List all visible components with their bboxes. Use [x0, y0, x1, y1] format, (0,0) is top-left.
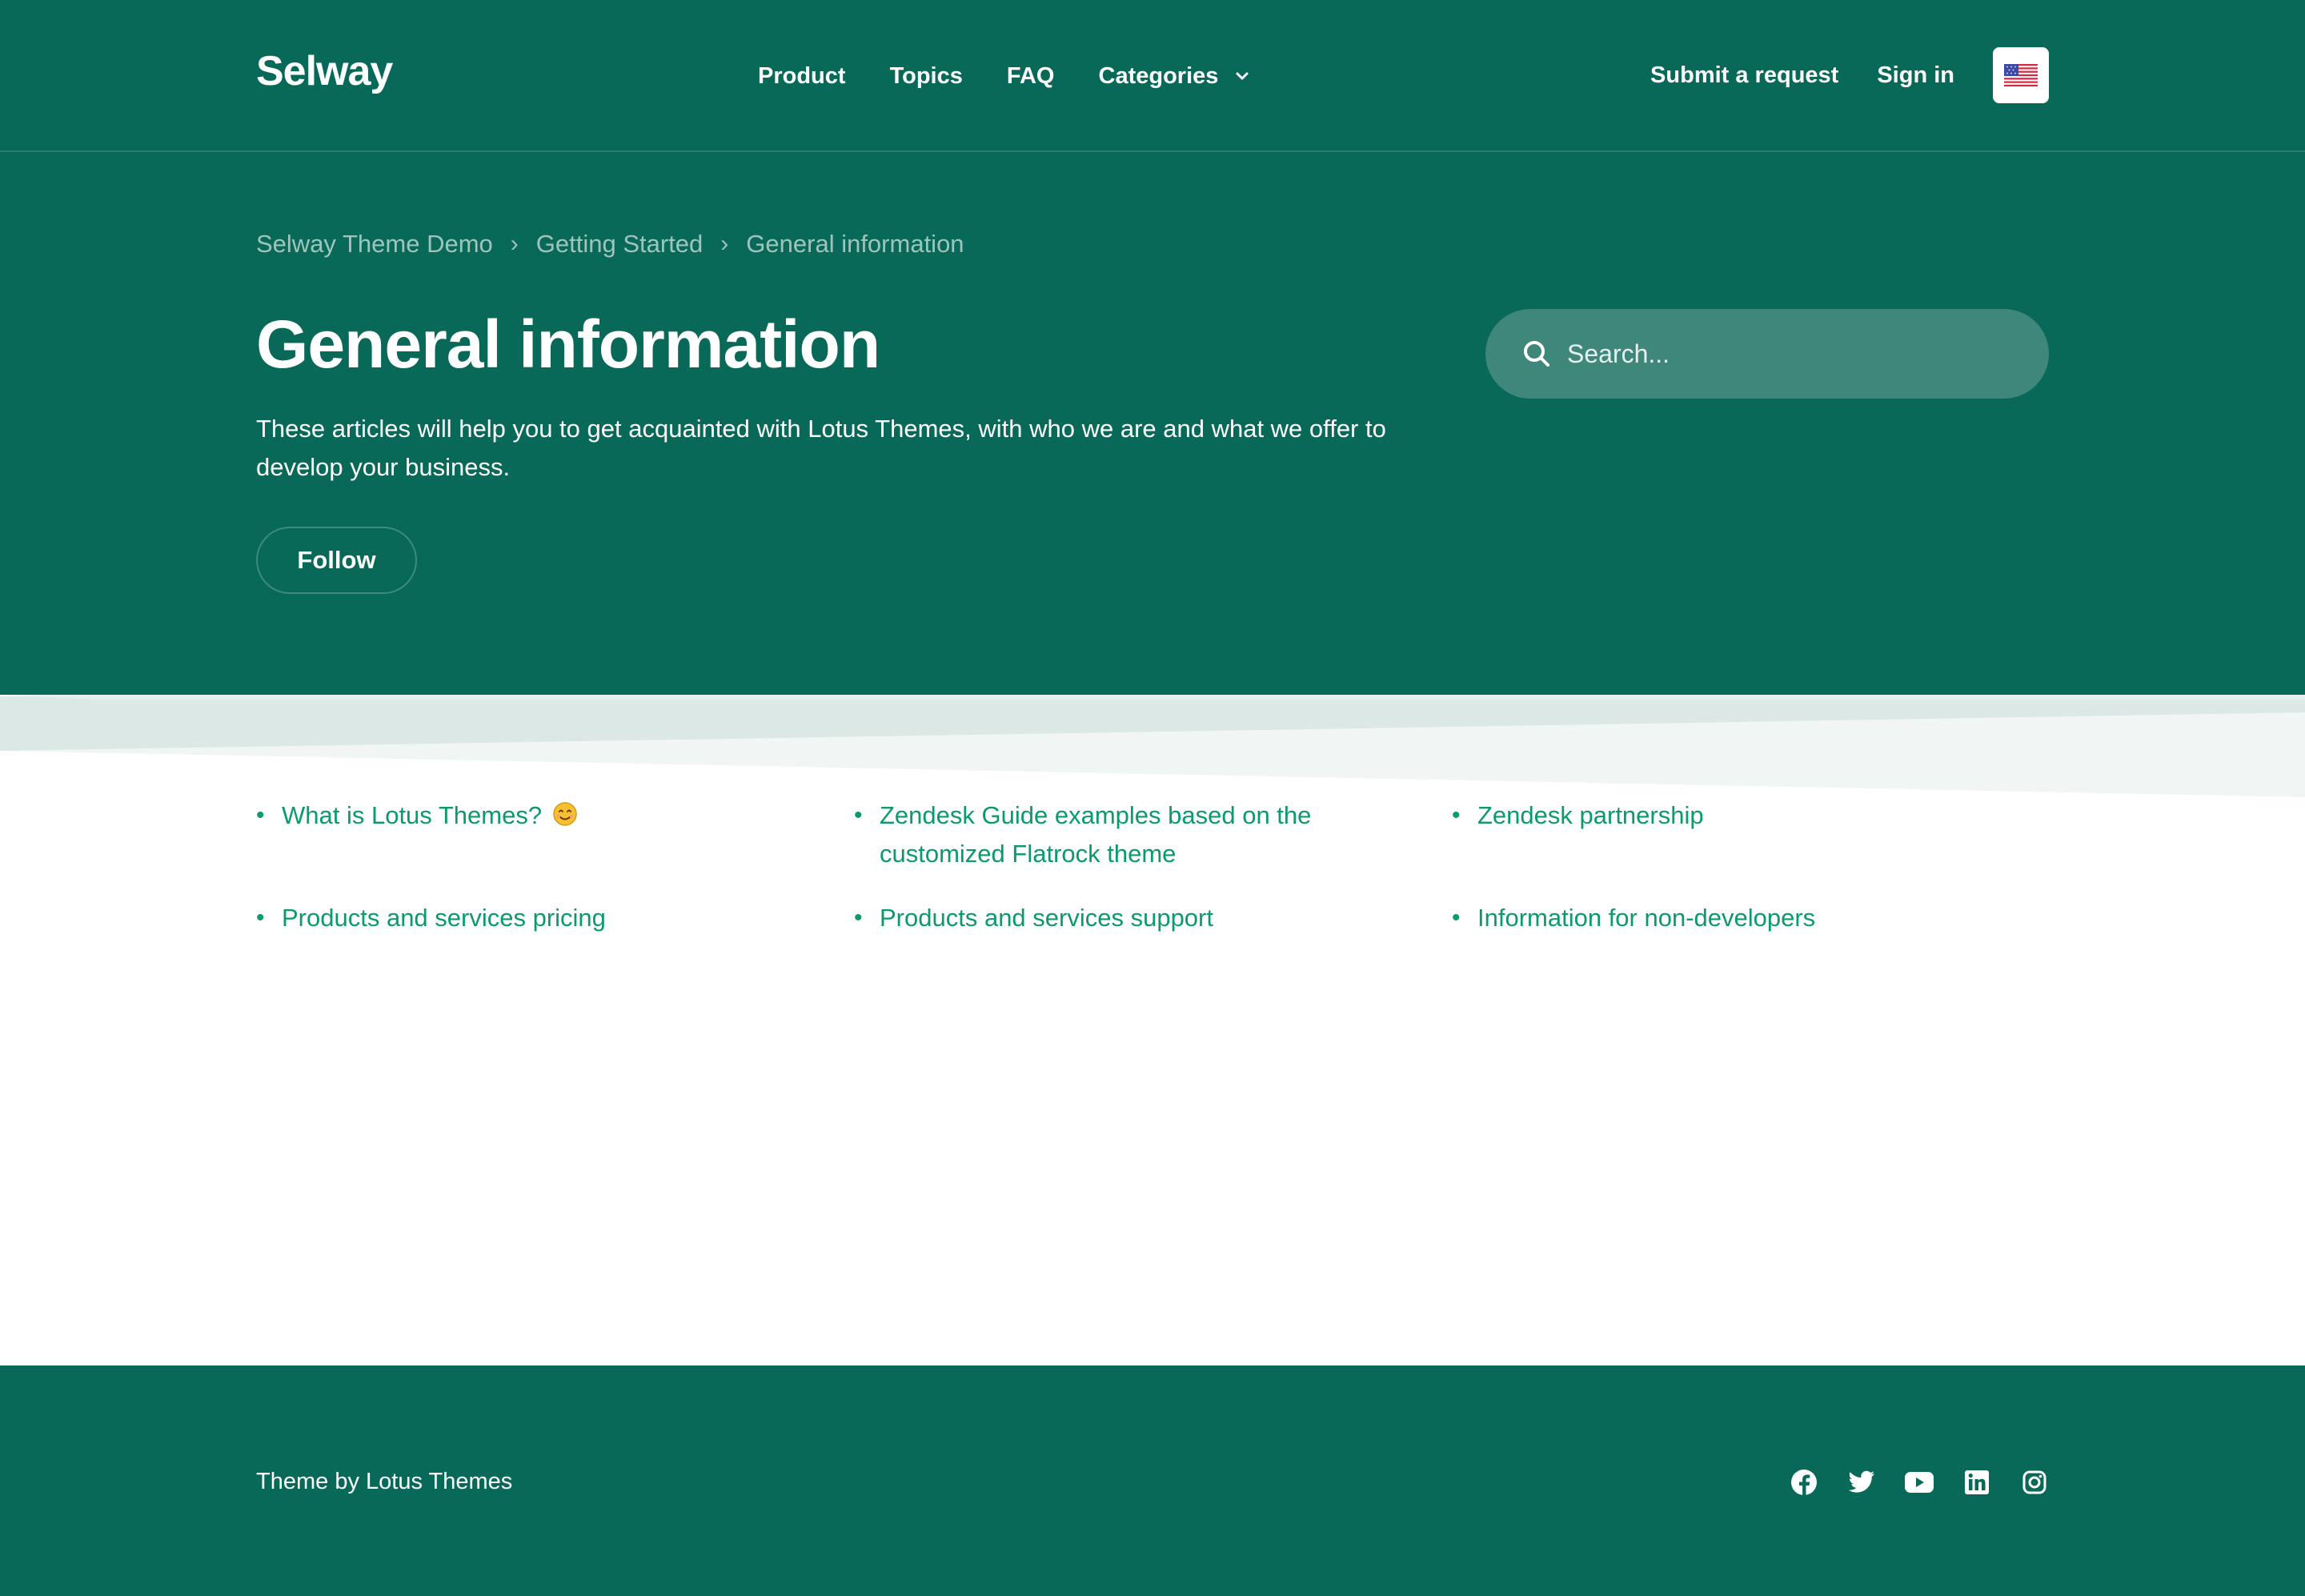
article-title: Zendesk partnership [1477, 801, 1704, 829]
breadcrumb-item-home[interactable]: Selway Theme Demo [256, 226, 493, 263]
article-title: Zendesk Guide examples based on the cust… [880, 801, 1312, 868]
breadcrumb-item-current[interactable]: General information [746, 226, 964, 263]
bullet: • [1452, 802, 1461, 828]
article-title: Information for non-developers [1477, 904, 1816, 932]
smiley-icon [552, 801, 578, 827]
facebook-icon[interactable] [1790, 1468, 1818, 1497]
breadcrumb-separator: › [720, 231, 729, 257]
site-footer: Theme by Lotus Themes [0, 1365, 2305, 1596]
bullet: • [1452, 904, 1461, 931]
nav-categories[interactable]: Categories [1099, 58, 1251, 94]
article-title: Products and services support [880, 904, 1213, 932]
nav-categories-label: Categories [1098, 63, 1219, 89]
bullet: • [854, 904, 863, 931]
search-icon [1521, 338, 1553, 370]
page-title: General information [256, 307, 880, 382]
youtube-icon[interactable] [1905, 1468, 1934, 1497]
bullet: • [256, 904, 265, 931]
sign-in-link[interactable]: Sign in [1877, 57, 1954, 94]
article-link[interactable]: • Information for non-developers [1452, 899, 2049, 937]
site-logo[interactable]: Selway [256, 46, 393, 96]
main-nav: Product Topics FAQ Categories [758, 58, 1250, 94]
instagram-icon[interactable] [2020, 1468, 2049, 1497]
article-title: What is Lotus Themes? [282, 796, 822, 835]
header-actions: Submit a request Sign in [1650, 46, 2049, 104]
article-link[interactable]: • Zendesk partnership [1452, 796, 2049, 873]
hero-section: Selway Theme Demo › Getting Started › Ge… [0, 152, 2305, 696]
page-description: These articles will help you to get acqu… [256, 415, 1386, 481]
article-list: • What is Lotus Themes? • Zendesk Guide … [256, 796, 2049, 937]
bullet: • [256, 802, 265, 828]
linkedin-icon[interactable] [1962, 1468, 1991, 1497]
article-link[interactable]: • Zendesk Guide examples based on the cu… [854, 796, 1452, 873]
follow-button[interactable]: Follow [256, 527, 417, 594]
article-link[interactable]: • Products and services support [854, 899, 1452, 937]
bullet: • [854, 802, 863, 828]
chevron-down-icon [1234, 68, 1250, 84]
nav-faq[interactable]: FAQ [1007, 58, 1055, 94]
footer-credit[interactable]: Theme by Lotus Themes [256, 1465, 512, 1498]
site-header: Selway Product Topics FAQ Categories Sub… [0, 0, 2305, 152]
article-title-text: What is Lotus Themes? [282, 801, 543, 829]
language-selector[interactable] [1993, 47, 2049, 103]
article-link[interactable]: • Products and services pricing [256, 899, 854, 937]
section-divider [0, 695, 2305, 799]
us-flag-icon [2004, 64, 2038, 86]
page: Selway Product Topics FAQ Categories Sub… [0, 0, 2305, 1596]
twitter-icon[interactable] [1847, 1468, 1876, 1497]
submit-request-link[interactable]: Submit a request [1650, 57, 1838, 94]
search-input[interactable] [1567, 330, 2049, 378]
breadcrumb-separator: › [510, 231, 519, 257]
social-links [1761, 1466, 2049, 1498]
article-title: Products and services pricing [282, 904, 606, 932]
nav-product[interactable]: Product [758, 58, 846, 94]
article-link[interactable]: • What is Lotus Themes? [256, 796, 854, 873]
nav-topics[interactable]: Topics [890, 58, 963, 94]
breadcrumb-item-getting-started[interactable]: Getting Started [536, 226, 704, 263]
breadcrumb: Selway Theme Demo › Getting Started › Ge… [256, 226, 964, 263]
search-bar [1485, 309, 2049, 399]
